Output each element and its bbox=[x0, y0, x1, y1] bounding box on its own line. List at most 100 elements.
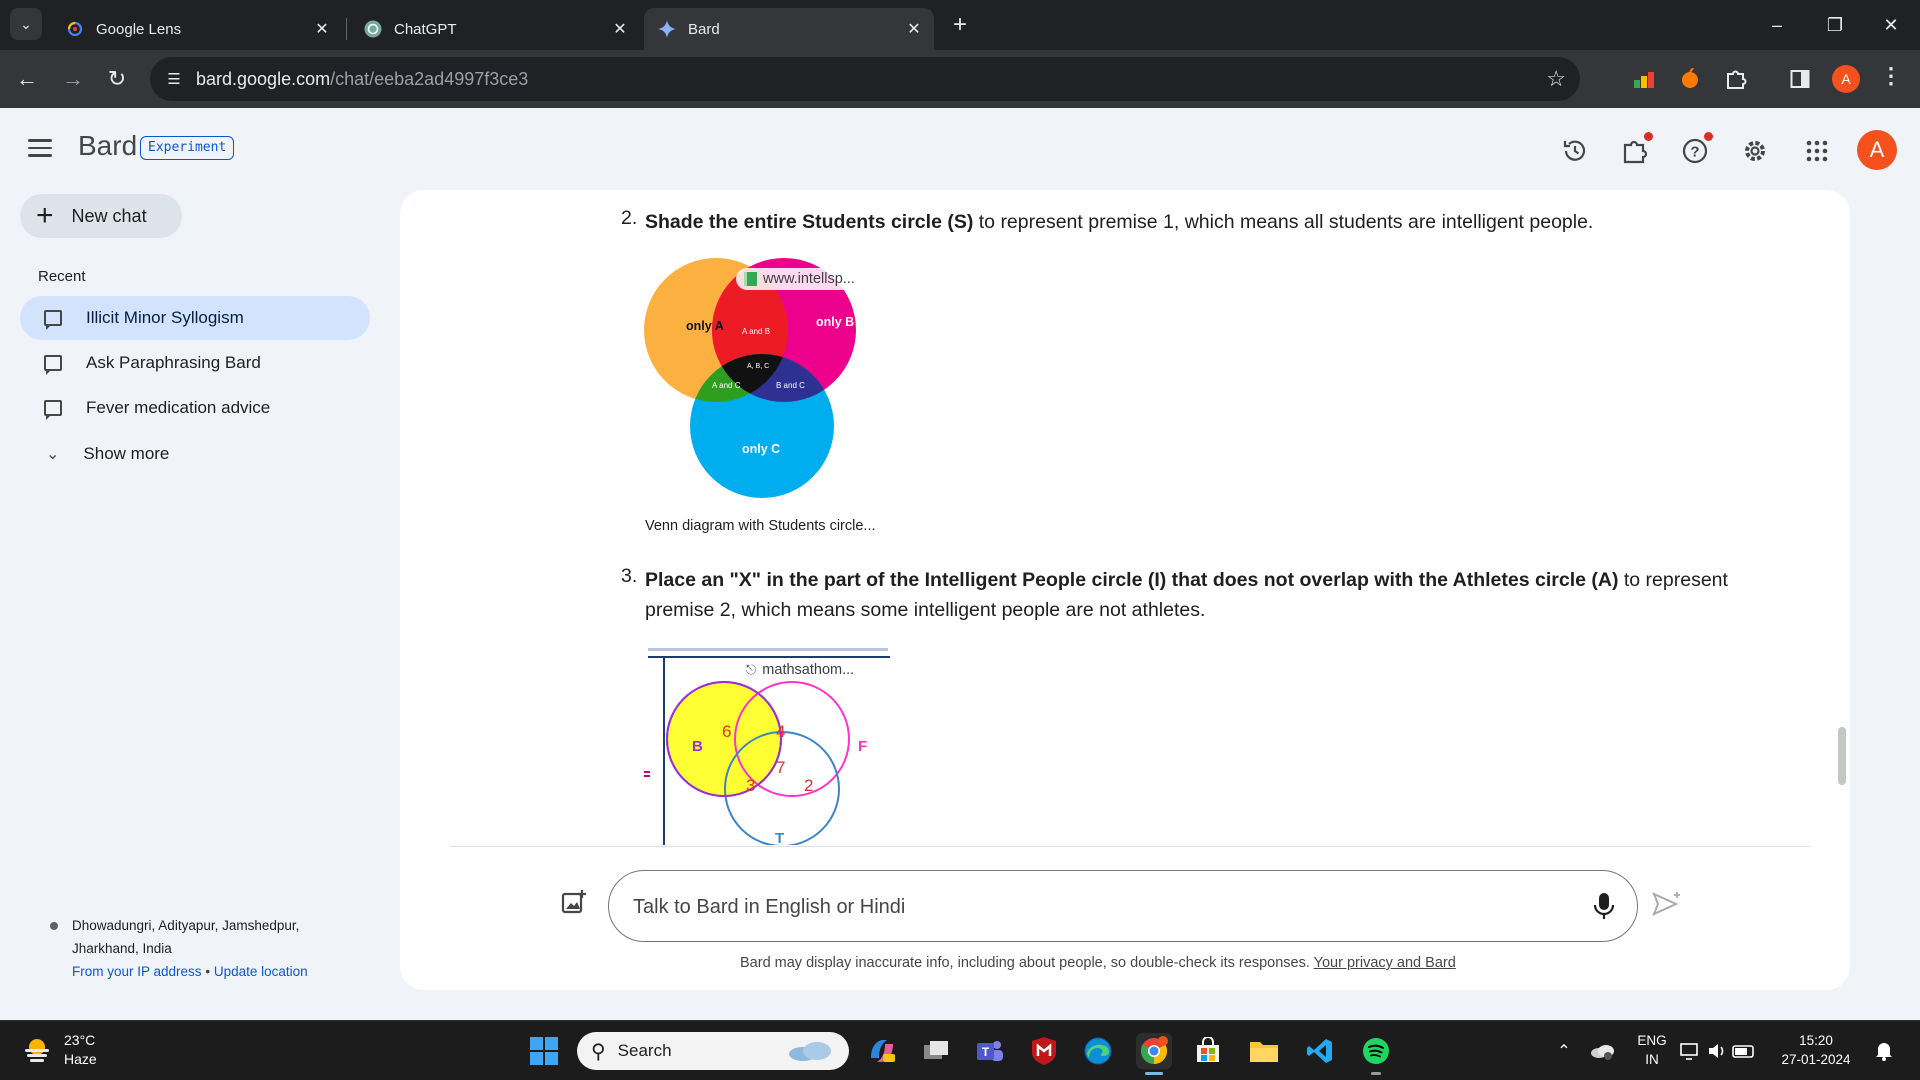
browser-menu-icon[interactable]: ⋮ bbox=[1880, 63, 1902, 89]
input-language[interactable]: ENG IN bbox=[1632, 1031, 1672, 1069]
update-location-link[interactable]: Update location bbox=[214, 964, 308, 979]
app-brand[interactable]: Bard bbox=[78, 130, 137, 162]
privacy-link[interactable]: Your privacy and Bard bbox=[1314, 955, 1456, 971]
venn-label-abc: A, B, C bbox=[747, 363, 769, 370]
window-close-button[interactable]: ✕ bbox=[1862, 0, 1920, 50]
tab-bard[interactable]: Bard ✕ bbox=[644, 8, 934, 50]
profile-initial: A bbox=[1841, 71, 1851, 87]
location-line1: Dhowadungri, Adityapur, Jamshedpur, bbox=[72, 918, 300, 933]
venn-label-only-a: only A bbox=[686, 319, 724, 333]
step-3-text: Place an "X" in the part of the Intellig… bbox=[645, 565, 1745, 625]
side-panel-icon[interactable] bbox=[1784, 63, 1816, 95]
chat-scrollbar-thumb[interactable] bbox=[1838, 727, 1846, 785]
copilot-icon[interactable] bbox=[864, 1033, 900, 1069]
venn-label-t: T bbox=[775, 830, 784, 845]
weather-temperature: 23°C bbox=[64, 1032, 96, 1048]
prompt-input[interactable] bbox=[633, 893, 1533, 921]
teams-icon[interactable]: T bbox=[972, 1033, 1008, 1069]
new-tab-button[interactable]: + bbox=[944, 12, 976, 40]
tab-chatgpt[interactable]: ChatGPT ✕ bbox=[350, 8, 640, 50]
chat-bubble-icon bbox=[44, 310, 62, 330]
edge-icon[interactable] bbox=[1080, 1033, 1116, 1069]
microphone-icon[interactable] bbox=[1591, 891, 1617, 921]
user-avatar[interactable]: A bbox=[1857, 130, 1897, 170]
tab-label: ChatGPT bbox=[394, 20, 457, 38]
browser-toolbar: ← → ↻ ☰ bard.google.com/chat/eeba2ad4997… bbox=[0, 50, 1920, 108]
arrow-left-icon: ← bbox=[16, 66, 38, 91]
venn-number-7: 7 bbox=[776, 758, 785, 777]
address-bar[interactable]: ☰ bard.google.com/chat/eeba2ad4997f3ce3 … bbox=[150, 57, 1580, 101]
recent-chat-illicit-minor-syllogism[interactable]: Illicit Minor Syllogism bbox=[20, 296, 370, 340]
weather-haze-icon[interactable] bbox=[22, 1035, 52, 1065]
input-divider bbox=[450, 846, 1810, 847]
restore-button[interactable]: ❐ bbox=[1806, 0, 1864, 50]
search-icon: ⚲ bbox=[591, 1040, 606, 1063]
main-menu-button[interactable] bbox=[28, 134, 62, 162]
recent-chat-ask-paraphrasing-bard[interactable]: Ask Paraphrasing Bard bbox=[20, 341, 370, 385]
venn-diagram-image-1[interactable]: only A only B only C A and B A and C B a… bbox=[644, 258, 889, 503]
close-icon[interactable]: ✕ bbox=[312, 19, 332, 39]
reload-button[interactable]: ↻ bbox=[100, 62, 134, 96]
tab-label: Bard bbox=[688, 20, 720, 38]
bookmark-star-icon[interactable]: ☆ bbox=[1546, 66, 1566, 92]
clock[interactable]: 15:20 27-01-2024 bbox=[1776, 1031, 1856, 1069]
extensions-puzzle-icon[interactable] bbox=[1720, 63, 1752, 95]
image-source-chip-1[interactable]: www.intellsp... bbox=[736, 268, 865, 290]
forward-button[interactable]: → bbox=[56, 62, 90, 96]
recent-chat-fever-medication-advice[interactable]: Fever medication advice bbox=[20, 386, 370, 430]
send-button[interactable] bbox=[1652, 890, 1682, 925]
browser-profile-avatar[interactable]: A bbox=[1832, 65, 1860, 93]
chrome-icon[interactable] bbox=[1136, 1033, 1172, 1069]
close-icon[interactable]: ✕ bbox=[904, 19, 924, 39]
task-view-icon[interactable] bbox=[918, 1033, 954, 1069]
venn-number-3: 3 bbox=[746, 776, 755, 795]
extensions-icon[interactable] bbox=[1618, 132, 1653, 168]
tray-chevron-up-icon[interactable]: ⌃ bbox=[1546, 1033, 1582, 1069]
taskbar-search[interactable]: ⚲ Search bbox=[577, 1032, 849, 1070]
history-icon[interactable] bbox=[1558, 134, 1592, 168]
extension-orange-icon[interactable] bbox=[1674, 63, 1706, 95]
plus-icon: + bbox=[36, 199, 54, 232]
url-host: bard.google.com bbox=[196, 69, 331, 89]
image-upload-button[interactable] bbox=[560, 888, 594, 920]
browser-tab-bar: ⌄ Google Lens ✕ ChatGPT ✕ Bard ✕ + – ❐ ✕ bbox=[0, 0, 1920, 50]
recent-heading: Recent bbox=[38, 268, 86, 285]
microsoft-store-icon[interactable] bbox=[1190, 1033, 1226, 1069]
new-chat-button[interactable]: + New chat bbox=[20, 194, 182, 238]
windows-start-icon[interactable] bbox=[526, 1033, 562, 1069]
tab-search-button[interactable]: ⌄ bbox=[10, 8, 42, 40]
image-source-chip-2[interactable]: ⎋ mathsathom... bbox=[738, 659, 865, 681]
help-icon[interactable]: ? bbox=[1678, 132, 1713, 168]
spotify-icon[interactable] bbox=[1358, 1033, 1394, 1069]
experiment-badge: Experiment bbox=[140, 136, 235, 160]
extension-pencil-icon[interactable] bbox=[1628, 63, 1660, 95]
url-text[interactable]: bard.google.com/chat/eeba2ad4997f3ce3 bbox=[196, 69, 528, 90]
show-more-button[interactable]: ⌄ Show more bbox=[20, 432, 169, 476]
site-info-icon[interactable]: ☰ bbox=[162, 67, 186, 91]
system-tray-status[interactable] bbox=[1678, 1033, 1758, 1069]
weather-widget[interactable]: 23°C Haze bbox=[64, 1031, 97, 1069]
from-ip-link[interactable]: From your IP address bbox=[72, 964, 202, 979]
search-highlight-cloud-icon bbox=[787, 1040, 833, 1067]
minimize-button[interactable]: – bbox=[1748, 0, 1806, 50]
file-explorer-icon[interactable] bbox=[1246, 1033, 1282, 1069]
step-3-bold: Place an "X" in the part of the Intellig… bbox=[645, 569, 1619, 591]
back-button[interactable]: ← bbox=[10, 62, 44, 96]
app-header: Bard Experiment ? A bbox=[0, 108, 1920, 188]
onedrive-icon[interactable] bbox=[1584, 1033, 1620, 1069]
settings-icon[interactable] bbox=[1738, 134, 1772, 168]
close-icon[interactable]: ✕ bbox=[610, 19, 630, 39]
vscode-icon[interactable] bbox=[1302, 1033, 1338, 1069]
svg-text:?: ? bbox=[1690, 144, 1699, 161]
apps-grid-icon[interactable] bbox=[1800, 134, 1834, 168]
add-image-icon bbox=[561, 890, 586, 914]
tab-separator bbox=[346, 18, 347, 40]
step-2-rest: to represent premise 1, which means all … bbox=[973, 211, 1594, 233]
active-app-indicator bbox=[1145, 1072, 1163, 1075]
notifications-bell-icon[interactable] bbox=[1866, 1033, 1902, 1069]
image-caption-1: Venn diagram with Students circle... bbox=[645, 518, 876, 534]
mcafee-icon[interactable] bbox=[1026, 1033, 1062, 1069]
clock-time: 15:20 bbox=[1799, 1033, 1833, 1048]
tab-google-lens[interactable]: Google Lens ✕ bbox=[52, 8, 342, 50]
disclaimer-body: Bard may display inaccurate info, includ… bbox=[740, 955, 1314, 971]
